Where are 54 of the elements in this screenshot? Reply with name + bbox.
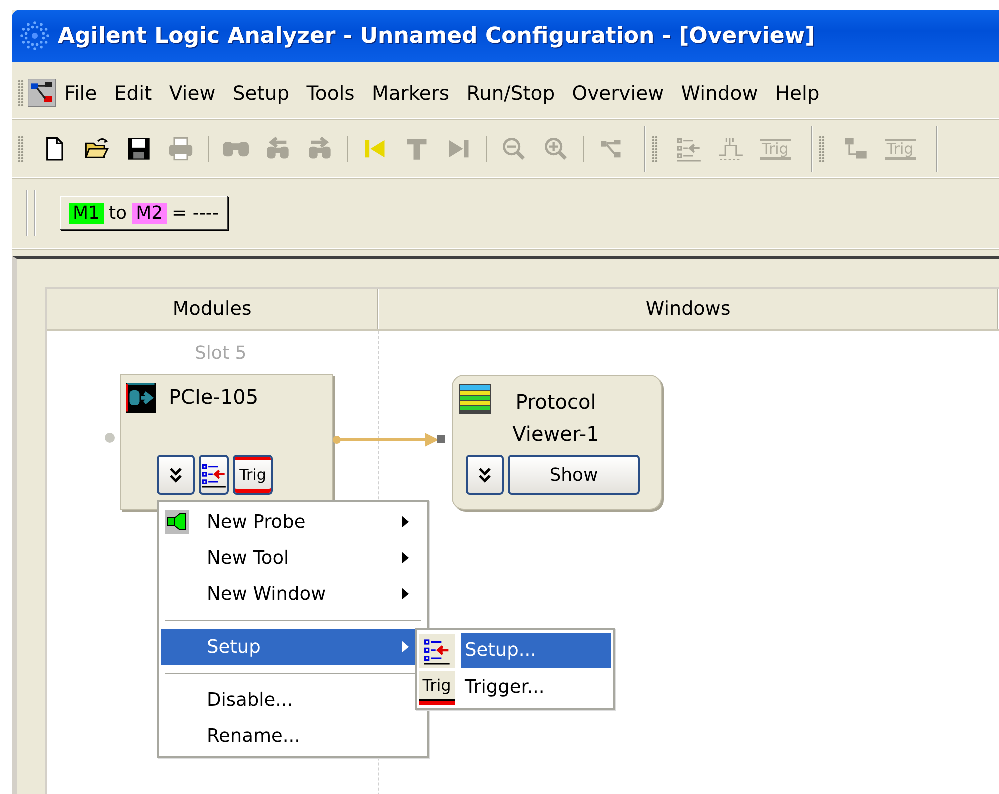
table-grid-icon bbox=[459, 384, 491, 414]
menu-item[interactable]: File bbox=[56, 82, 106, 104]
menu-item[interactable]: Edit bbox=[106, 82, 161, 104]
grip-handle[interactable] bbox=[18, 136, 24, 162]
window-title: Agilent Logic Analyzer - Unnamed Configuration - [Overview] bbox=[58, 24, 816, 48]
menu-item[interactable]: Overview bbox=[564, 82, 673, 104]
binoculars-arrow-icon bbox=[307, 136, 333, 162]
submenu-item[interactable]: Setup... bbox=[461, 633, 611, 668]
module-icon bbox=[126, 383, 156, 413]
connection-port-icon bbox=[105, 433, 115, 443]
list-arrow-icon bbox=[201, 462, 227, 488]
probe-icon bbox=[165, 510, 189, 534]
printer-icon bbox=[168, 136, 194, 162]
menu-item[interactable]: Window bbox=[672, 82, 767, 104]
trigger-icon: Trig bbox=[419, 670, 455, 704]
submenu-item[interactable]: Trigger... bbox=[461, 670, 611, 705]
window-node[interactable]: Protocol Viewer-1 Show bbox=[452, 375, 662, 510]
menu-item[interactable]: Help bbox=[766, 82, 828, 104]
trigger-button[interactable]: Trig bbox=[233, 455, 273, 495]
grip-handle[interactable] bbox=[18, 80, 24, 106]
column-header: Modules bbox=[47, 289, 379, 329]
marker-label: M1 bbox=[69, 202, 104, 224]
setup-button[interactable] bbox=[199, 455, 229, 495]
menu-item[interactable]: Setup bbox=[224, 82, 298, 104]
menu-item[interactable]: Markers bbox=[363, 82, 458, 104]
module-name: PCIe-105 bbox=[169, 385, 259, 409]
slot-label: Slot 5 bbox=[195, 343, 247, 364]
diagram-icon[interactable] bbox=[28, 79, 56, 107]
grip-handle[interactable] bbox=[26, 190, 36, 236]
expand-button[interactable] bbox=[157, 455, 195, 495]
context-menu-item[interactable]: Rename... bbox=[161, 718, 425, 754]
binoculars-icon bbox=[223, 140, 249, 158]
marker-interval-button[interactable]: M1 to M2 = ---- bbox=[60, 196, 228, 230]
menu-item[interactable]: View bbox=[160, 82, 224, 104]
column-header: Windows bbox=[378, 289, 999, 329]
binoculars-arrow-icon bbox=[265, 136, 291, 162]
grip-handle[interactable] bbox=[818, 136, 825, 162]
tree-icon bbox=[842, 136, 869, 162]
waveform-icon bbox=[718, 136, 744, 162]
starburst-logo-icon bbox=[20, 21, 50, 51]
menu-item[interactable]: Tools bbox=[298, 82, 364, 104]
window-name: Protocol Viewer-1 bbox=[512, 389, 600, 448]
zoom-in-icon bbox=[543, 136, 569, 162]
expand-button[interactable] bbox=[466, 455, 504, 495]
toolbar-button[interactable] bbox=[126, 136, 152, 162]
context-menu-item[interactable]: New Window bbox=[161, 576, 425, 612]
zoom-out-icon bbox=[501, 136, 527, 162]
module-node[interactable]: PCIe-105 Trig bbox=[120, 374, 333, 510]
context-menu-item[interactable]: New Tool bbox=[161, 540, 425, 576]
show-button[interactable]: Show bbox=[508, 455, 640, 495]
menu-item[interactable]: Run/Stop bbox=[458, 82, 564, 104]
grip-handle[interactable] bbox=[652, 136, 658, 162]
list-arrow-icon bbox=[676, 136, 702, 162]
marker-label: M2 bbox=[132, 202, 168, 224]
